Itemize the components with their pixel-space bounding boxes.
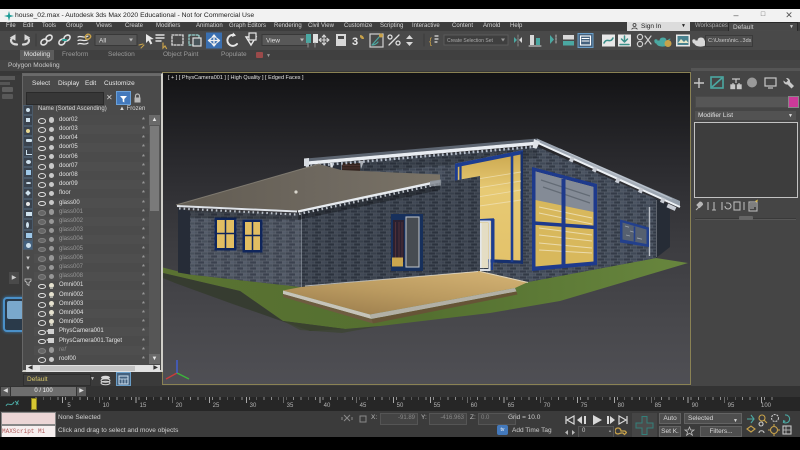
svg-text:3: 3 (352, 36, 358, 48)
svg-text:Create Selection Set: Create Selection Set (447, 38, 493, 44)
svg-text:{: { (429, 36, 432, 46)
svg-text:View: View (266, 38, 280, 45)
svg-text:All: All (99, 38, 107, 45)
